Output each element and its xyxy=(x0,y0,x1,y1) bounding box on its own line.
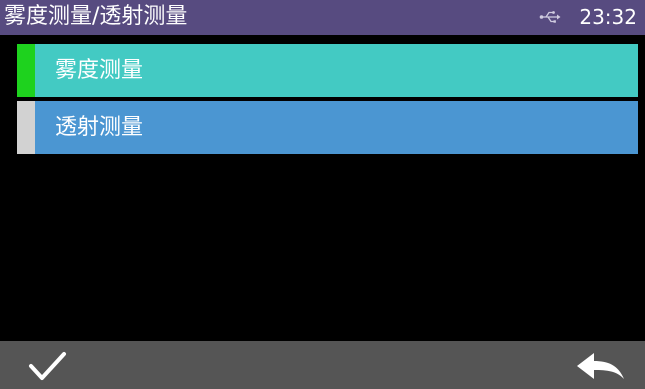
page-title: 雾度测量/透射测量 xyxy=(4,4,188,29)
back-button[interactable] xyxy=(574,349,628,383)
clock: 23:32 xyxy=(579,5,637,29)
menu-item-transmission-measurement[interactable]: 透射测量 xyxy=(17,101,638,154)
bottom-toolbar xyxy=(0,341,645,389)
title-bar: 雾度测量/透射测量 23:32 xyxy=(0,0,645,35)
device-screen: 雾度测量/透射测量 23:32 雾度测量 透射测量 xyxy=(0,0,645,389)
menu-item-label: 雾度测量 xyxy=(55,58,144,83)
confirm-button[interactable] xyxy=(26,349,70,383)
back-arrow-icon xyxy=(577,353,624,379)
selection-indicator xyxy=(17,44,35,97)
menu-item-haze-measurement[interactable]: 雾度测量 xyxy=(17,44,638,97)
menu-item-label: 透射测量 xyxy=(55,115,144,140)
selection-indicator xyxy=(17,101,35,154)
usb-icon xyxy=(539,9,561,25)
check-icon xyxy=(29,352,66,380)
